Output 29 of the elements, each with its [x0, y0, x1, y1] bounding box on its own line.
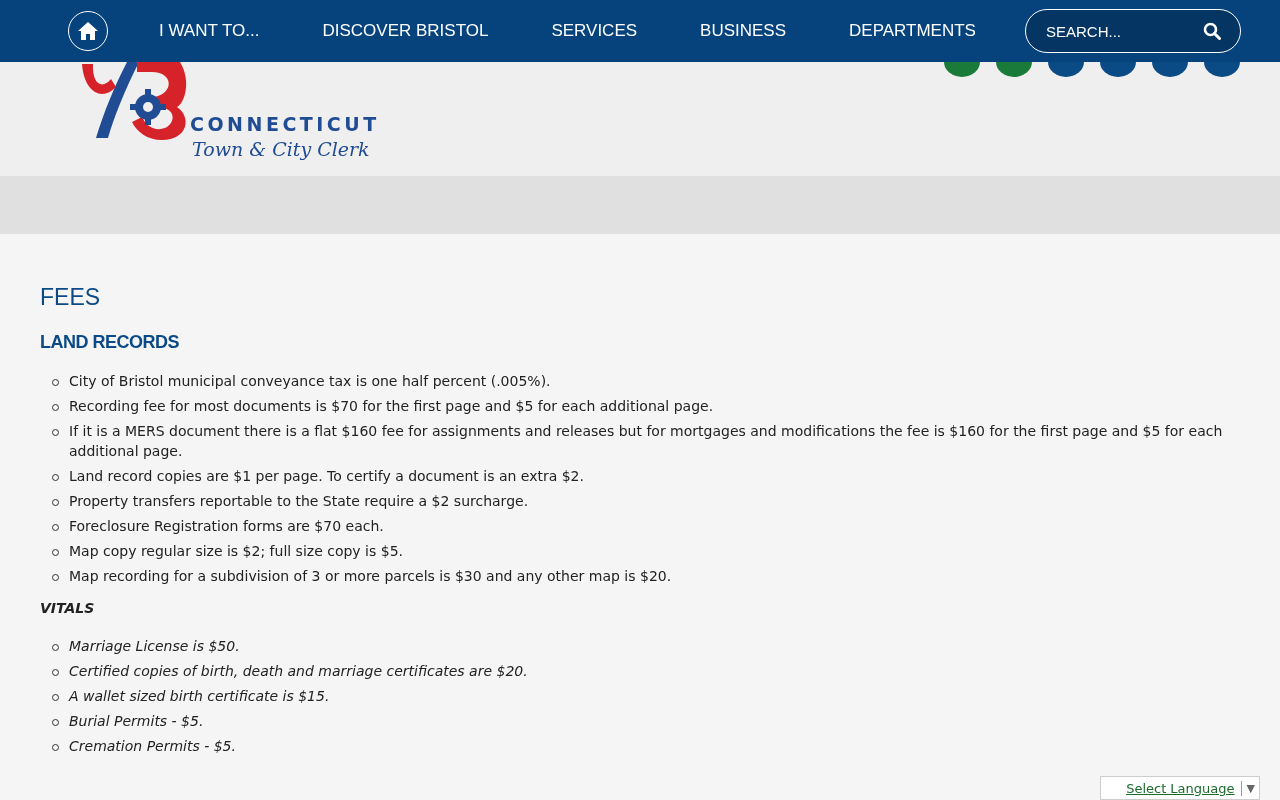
list-item: Certified copies of birth, death and marriage certificates are $20.	[69, 662, 528, 681]
list-item: Burial Permits - $5.	[69, 712, 204, 731]
list-item: Foreclosure Registration forms are $70 each.	[69, 517, 384, 536]
list-item: A wallet sized birth certificate is $15.	[69, 687, 330, 706]
section-heading: LAND RECORDS	[40, 332, 180, 353]
list-item: If it is a MERS document there is a flat $160 fee for assignments and releases but for mortgages and modifications the fee is $160 for the first page and $5 for each additional page.	[69, 422, 1224, 461]
list-item: Marriage License is $50.	[69, 637, 240, 656]
nav-link[interactable]: I WANT TO...	[159, 21, 260, 41]
nav-link[interactable]: BUSINESS	[700, 21, 787, 41]
list-item: Land record copies are $1 per page. To certify a document is an extra $2.	[69, 467, 584, 486]
nav-link[interactable]: DISCOVER BRISTOL	[322, 21, 489, 41]
page-title: FEES	[40, 284, 102, 312]
list-item: Map recording for a subdivision of 3 or more parcels is $30 and any other map is $20.	[69, 567, 672, 586]
section-heading: VITALS	[40, 600, 96, 616]
dropdown-arrow: ▼	[1246, 781, 1255, 795]
list-item: Map copy regular size is $2; full size copy is $5.	[69, 542, 403, 561]
list-item: City of Bristol municipal conveyance tax is one half percent (.005%).	[69, 372, 551, 391]
nav-link[interactable]: DEPARTMENTS	[849, 21, 976, 41]
list-item: Cremation Permits - $5.	[69, 737, 236, 756]
language-select[interactable]: Select Language ▼	[1100, 776, 1260, 800]
search-icon	[1203, 22, 1221, 40]
search-field[interactable]: SEARCH...	[1025, 9, 1241, 53]
list-item: Property transfers reportable to the State require a $2 surcharge.	[69, 492, 529, 511]
logo-state: CONNECTICUT	[190, 112, 380, 136]
nav-link[interactable]: SERVICES	[551, 21, 638, 41]
language-link[interactable]: Select Language	[1126, 780, 1242, 796]
home-icon	[77, 21, 99, 41]
list-item: Recording fee for most documents is $70 for the first page and $5 for each additional page.	[69, 397, 714, 416]
logo-office: Town & City Clerk	[192, 137, 371, 162]
